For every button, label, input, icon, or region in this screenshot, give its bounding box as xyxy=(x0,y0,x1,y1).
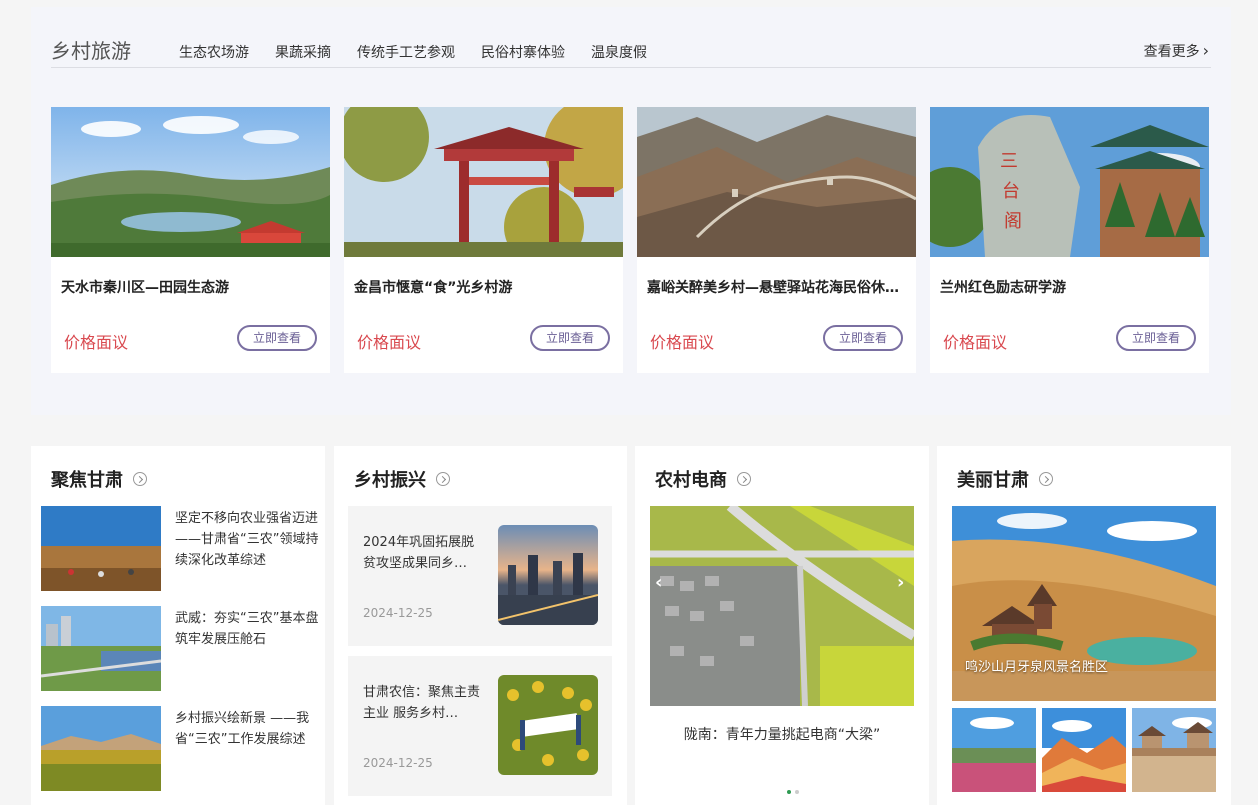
rural-revitalization-panel: 乡村振兴 2024年巩固拓展脱贫攻坚成果同乡… 2024-12-25 甘肃农信：… xyxy=(334,446,627,805)
rural-ecommerce-panel: 农村电商 ‹ › 陇南：青年力量挑起电商“大梁” xyxy=(635,446,929,805)
news-thumbnail xyxy=(41,506,161,591)
view-now-button[interactable]: 立即查看 xyxy=(823,325,903,351)
tour-card[interactable]: 嘉峪关醉美乡村—悬壁驿站花海民俗休闲游 价格面议 立即查看 xyxy=(637,107,916,373)
news-title: 坚定不移向农业强省迈进 ——甘肃省“三农”领域持续深化改革综述 xyxy=(175,511,319,568)
news-date: 2024-12-25 xyxy=(363,606,433,620)
view-more-link[interactable]: 查看更多 › xyxy=(1144,41,1209,61)
circle-arrow-icon[interactable] xyxy=(737,472,751,486)
card-title: 兰州红色励志研学游 xyxy=(940,280,1066,296)
carousel-dot[interactable] xyxy=(795,790,799,794)
tab-handicraft[interactable]: 传统手工艺参观 xyxy=(357,42,455,62)
thumbnail-strip xyxy=(952,708,1216,792)
news-thumbnail xyxy=(498,525,598,625)
card-title: 金昌市惬意“食”光乡村游 xyxy=(354,280,513,296)
view-now-button[interactable]: 立即查看 xyxy=(237,325,317,351)
card-title: 天水市秦川区—田园生态游 xyxy=(61,280,229,296)
svg-text:阁: 阁 xyxy=(1004,211,1022,232)
view-now-button[interactable]: 立即查看 xyxy=(530,325,610,351)
circle-arrow-icon[interactable] xyxy=(133,472,147,486)
card-price: 价格面议 xyxy=(357,333,422,352)
list-item[interactable]: 甘肃农信：聚焦主责主业 服务乡村… 2024-12-25 xyxy=(348,656,612,796)
card-image: 三 台 阁 xyxy=(930,107,1209,257)
card-price: 价格面议 xyxy=(64,333,129,352)
news-date: 2024-12-25 xyxy=(363,756,433,770)
chevron-right-icon: › xyxy=(1202,41,1209,60)
carousel-prev-button[interactable]: ‹ xyxy=(655,572,669,593)
card-image xyxy=(51,107,330,257)
focus-gansu-panel: 聚焦甘肃 坚定不移向农业强省迈进 ——甘肃省“三农”领域持续深化改革综述 武威：… xyxy=(31,446,325,805)
tab-hot-spring[interactable]: 温泉度假 xyxy=(591,42,647,62)
view-now-button[interactable]: 立即查看 xyxy=(1116,325,1196,351)
news-title: 2024年巩固拓展脱贫攻坚成果同乡… xyxy=(363,535,475,571)
card-price: 价格面议 xyxy=(650,333,715,352)
panel-title-text: 聚焦甘肃 xyxy=(51,470,123,491)
news-title: 乡村振兴绘新景 ——我省“三农”工作发展综述 xyxy=(175,711,310,747)
view-more-label: 查看更多 xyxy=(1143,44,1200,60)
news-title: 甘肃农信：聚焦主责主业 服务乡村… xyxy=(363,685,481,721)
carousel-image xyxy=(650,506,914,706)
tour-card[interactable]: 金昌市惬意“食”光乡村游 价格面议 立即查看 xyxy=(344,107,623,373)
panel-title[interactable]: 乡村振兴 xyxy=(354,466,450,492)
card-price: 价格面议 xyxy=(943,333,1008,352)
news-thumbnail xyxy=(41,606,161,691)
featured-caption: 鸣沙山月牙泉风景名胜区 xyxy=(965,660,1109,675)
news-title: 武威：夯实“三农”基本盘 筑牢发展压舱石 xyxy=(175,611,319,647)
thumbnail-image[interactable] xyxy=(952,708,1036,792)
carousel-dots xyxy=(787,790,799,794)
card-title: 嘉峪关醉美乡村—悬壁驿站花海民俗休闲游 xyxy=(647,280,907,296)
beautiful-gansu-panel: 美丽甘肃 鸣沙山月牙泉风景名胜区 xyxy=(937,446,1231,805)
list-item[interactable]: 武威：夯实“三农”基本盘 筑牢发展压舱石 xyxy=(41,606,321,692)
thumbnail-image[interactable] xyxy=(1042,708,1126,792)
panel-title-text: 农村电商 xyxy=(655,470,727,491)
thumbnail-image[interactable] xyxy=(1132,708,1216,792)
tour-cards: 天水市秦川区—田园生态游 价格面议 立即查看 金昌市惬意“食”光乡村游 价格面议… xyxy=(51,107,1209,373)
card-image xyxy=(344,107,623,257)
circle-arrow-icon[interactable] xyxy=(1039,472,1053,486)
tourism-header: 乡村旅游 生态农场游 果蔬采摘 传统手工艺参观 民俗村寨体验 温泉度假 查看更多… xyxy=(51,35,1211,68)
carousel-dot-active[interactable] xyxy=(787,790,791,794)
svg-text:三: 三 xyxy=(1000,151,1018,172)
carousel-caption[interactable]: 陇南：青年力量挑起电商“大梁” xyxy=(635,724,929,744)
news-thumbnail xyxy=(41,706,161,791)
list-item[interactable]: 坚定不移向农业强省迈进 ——甘肃省“三农”领域持续深化改革综述 xyxy=(41,506,321,592)
card-image xyxy=(637,107,916,257)
tourism-tabs: 生态农场游 果蔬采摘 传统手工艺参观 民俗村寨体验 温泉度假 xyxy=(179,42,647,62)
tab-folk-village[interactable]: 民俗村寨体验 xyxy=(481,42,565,62)
list-item[interactable]: 乡村振兴绘新景 ——我省“三农”工作发展综述 xyxy=(41,706,321,792)
carousel-next-button[interactable]: › xyxy=(897,572,911,593)
panel-title-text: 美丽甘肃 xyxy=(957,470,1029,491)
svg-text:台: 台 xyxy=(1002,181,1020,202)
panel-title[interactable]: 农村电商 xyxy=(655,466,751,492)
panel-title[interactable]: 聚焦甘肃 xyxy=(51,466,147,492)
panel-title-text: 乡村振兴 xyxy=(354,470,426,491)
tab-fruit-picking[interactable]: 果蔬采摘 xyxy=(275,42,331,62)
tour-card[interactable]: 天水市秦川区—田园生态游 价格面议 立即查看 xyxy=(51,107,330,373)
tab-eco-farm[interactable]: 生态农场游 xyxy=(179,42,249,62)
section-title: 乡村旅游 xyxy=(51,39,131,63)
panel-title[interactable]: 美丽甘肃 xyxy=(957,466,1053,492)
rural-tourism-section: 乡村旅游 生态农场游 果蔬采摘 传统手工艺参观 民俗村寨体验 温泉度假 查看更多… xyxy=(31,7,1231,415)
tour-card[interactable]: 三 台 阁 兰州红色励志研学游 价格面议 立即查看 xyxy=(930,107,1209,373)
list-item[interactable]: 2024年巩固拓展脱贫攻坚成果同乡… 2024-12-25 xyxy=(348,506,612,646)
circle-arrow-icon[interactable] xyxy=(436,472,450,486)
news-thumbnail xyxy=(498,675,598,775)
